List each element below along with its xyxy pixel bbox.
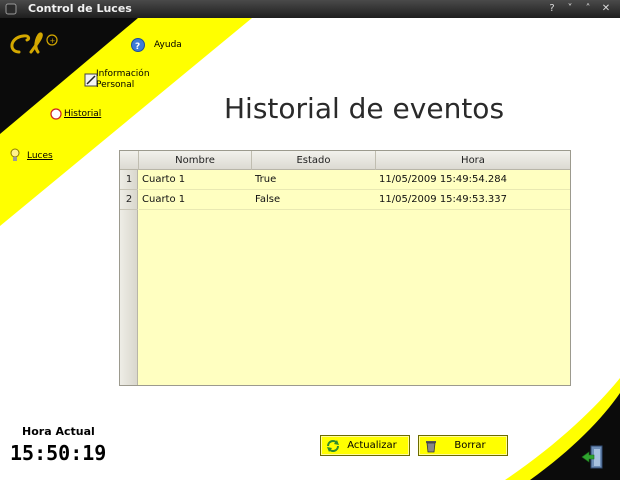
events-table[interactable]: Nombre Estado Hora 1 2 Cuarto 1 True 11/… — [119, 150, 571, 386]
logo-icon: + — [10, 32, 58, 54]
refresh-button[interactable]: Actualizar — [320, 435, 410, 456]
row-header: 1 2 — [120, 170, 138, 385]
column-header-estado[interactable]: Estado — [252, 151, 376, 170]
trash-icon — [426, 440, 436, 452]
sidebar-item-label-line1: Información — [96, 69, 150, 79]
cell-hora[interactable]: 11/05/2009 15:49:53.337 — [376, 190, 570, 210]
title-bar[interactable]: Control de Luces ? ˅ ˄ ✕ — [0, 0, 620, 18]
exit-icon[interactable] — [580, 444, 604, 470]
sidebar-item-ayuda[interactable]: ? Ayuda — [131, 38, 182, 52]
column-header-nombre[interactable]: Nombre — [139, 151, 252, 170]
table-row[interactable]: Cuarto 1 True 11/05/2009 15:49:54.284 — [139, 170, 570, 190]
cell-nombre[interactable]: Cuarto 1 — [139, 190, 252, 210]
cell-nombre[interactable]: Cuarto 1 — [139, 170, 252, 190]
svg-text:+: + — [50, 37, 56, 45]
table-row[interactable]: Cuarto 1 False 11/05/2009 15:49:53.337 — [139, 190, 570, 210]
row-number[interactable]: 2 — [120, 190, 138, 210]
app-icon — [5, 3, 17, 15]
refresh-button-label: Actualizar — [347, 440, 397, 451]
help-icon: ? — [131, 38, 145, 52]
app-window: Control de Luces ? ˅ ˄ ✕ + ? Ayuda Infor… — [0, 0, 620, 480]
sidebar-item-historial[interactable]: Historial — [50, 108, 101, 120]
help-window-icon[interactable]: ? — [546, 3, 558, 15]
sidebar-item-label-line2: Personal — [96, 80, 135, 90]
page-title: Historial de eventos — [224, 92, 505, 125]
cell-estado[interactable]: False — [252, 190, 376, 210]
cell-estado[interactable]: True — [252, 170, 376, 190]
table-header: Nombre Estado Hora — [120, 151, 570, 170]
delete-button[interactable]: Borrar — [418, 435, 508, 456]
sidebar-item-label: Ayuda — [154, 40, 182, 50]
window-title: Control de Luces — [28, 2, 132, 15]
sidebar-item-label: Luces — [27, 151, 53, 161]
clock-label: Hora Actual — [22, 425, 95, 438]
sidebar-item-label: Historial — [64, 109, 102, 119]
history-icon — [50, 108, 62, 120]
bulb-icon — [10, 148, 20, 161]
svg-text:?: ? — [135, 42, 140, 52]
cell-hora[interactable]: 11/05/2009 15:49:54.284 — [376, 170, 570, 190]
row-number[interactable]: 1 — [120, 170, 138, 190]
clock-time: 15:50:19 — [10, 441, 107, 465]
minimize-icon[interactable]: ˅ — [564, 3, 576, 15]
refresh-icon — [327, 439, 339, 452]
maximize-icon[interactable]: ˄ — [582, 3, 594, 15]
close-icon[interactable]: ✕ — [600, 3, 612, 15]
sidebar-item-luces[interactable]: Luces — [8, 148, 53, 162]
corner-cell — [120, 151, 139, 170]
column-header-hora[interactable]: Hora — [376, 151, 570, 170]
delete-button-label: Borrar — [454, 440, 486, 451]
sidebar-item-informacion-personal[interactable]: Información Personal — [84, 69, 150, 91]
